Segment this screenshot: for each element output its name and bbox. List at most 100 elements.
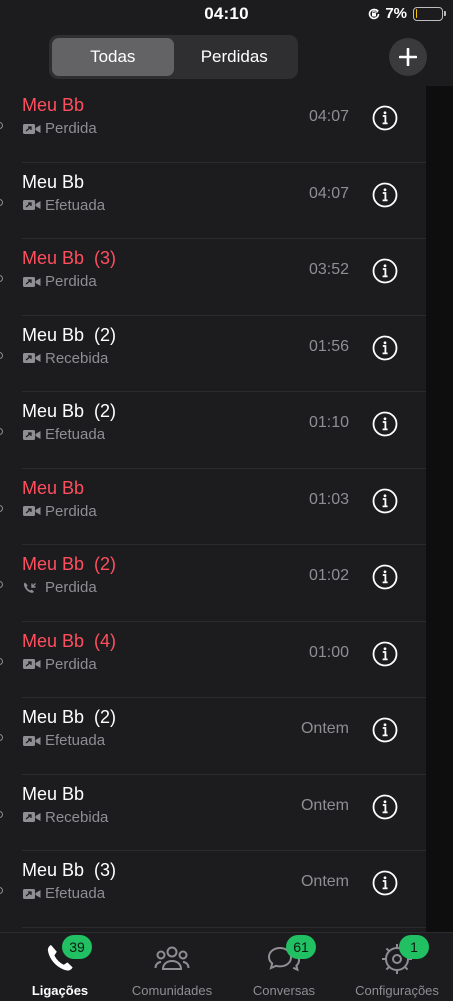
call-details: Efetuada bbox=[22, 732, 105, 749]
call-row[interactable]: Meu Bb Perdida 04:07 bbox=[0, 86, 426, 163]
info-icon[interactable] bbox=[372, 794, 398, 820]
phone-icon: 39 bbox=[42, 935, 92, 977]
call-details: Perdida bbox=[22, 120, 97, 137]
tab-ligacoes[interactable]: 39 Ligações bbox=[10, 933, 110, 1001]
phone-missed-icon bbox=[23, 582, 36, 593]
row-edge-indicator bbox=[0, 734, 3, 741]
info-icon[interactable] bbox=[372, 182, 398, 208]
video-icon bbox=[23, 888, 41, 899]
caller-name: Meu Bb bbox=[22, 477, 85, 498]
call-time: Ontem bbox=[300, 720, 349, 737]
call-row[interactable]: Meu Bb (4) Perdida 01:00 bbox=[0, 622, 426, 698]
video-icon bbox=[23, 200, 41, 210]
call-status: Perdida bbox=[45, 120, 97, 137]
caller-name: Meu Bb bbox=[22, 171, 85, 192]
orientation-lock-icon bbox=[369, 8, 380, 19]
call-time: 01:10 bbox=[308, 414, 349, 431]
call-status: Efetuada bbox=[45, 732, 106, 749]
segment-todas[interactable]: Todas bbox=[52, 38, 174, 76]
call-details: Efetuada bbox=[22, 197, 105, 214]
caller-name: Meu Bb (2) bbox=[22, 554, 117, 574]
status-right: 7% bbox=[367, 5, 446, 22]
tab-label: Comunidades bbox=[131, 983, 213, 998]
video-icon bbox=[23, 123, 41, 134]
call-row[interactable]: Meu Bb (2) Efetuada 01:10 bbox=[0, 392, 426, 469]
info-icon[interactable] bbox=[372, 335, 398, 361]
call-row[interactable]: Meu Bb (3) Perdida 03:52 bbox=[0, 239, 426, 316]
call-details: Recebida bbox=[22, 809, 108, 826]
call-time: 01:00 bbox=[308, 643, 349, 661]
call-status: Recebida bbox=[45, 808, 109, 826]
call-row[interactable]: Meu Bb (2) Efetuada Ontem bbox=[0, 698, 426, 775]
video-icon bbox=[23, 276, 41, 287]
caller-name: Meu Bb (2) bbox=[22, 324, 117, 345]
row-edge-indicator bbox=[0, 504, 3, 512]
row-edge-indicator bbox=[0, 198, 3, 206]
tab-label: Configurações bbox=[355, 983, 439, 998]
tab-bar: 39 Ligações Comunidades 61 Conversas 1 C… bbox=[0, 932, 453, 1000]
caller-name: Meu Bb (3) bbox=[22, 860, 117, 880]
battery-icon bbox=[413, 6, 446, 21]
chat-icon: 61 bbox=[266, 935, 316, 977]
call-status: Perdida bbox=[45, 273, 97, 290]
call-time: 04:07 bbox=[308, 184, 349, 202]
caller-name: Meu Bb (4) bbox=[22, 630, 117, 651]
info-icon[interactable] bbox=[372, 258, 398, 284]
row-edge-indicator bbox=[0, 581, 3, 588]
call-row[interactable]: Meu Bb Recebida Ontem bbox=[0, 775, 426, 851]
info-icon[interactable] bbox=[372, 488, 398, 514]
call-details: Perdida bbox=[22, 579, 97, 596]
new-call-button[interactable] bbox=[389, 38, 427, 76]
call-status: Perdida bbox=[45, 502, 97, 520]
call-status: Efetuada bbox=[45, 885, 106, 902]
row-edge-indicator bbox=[0, 810, 3, 818]
tab-configuracoes[interactable]: 1 Configurações bbox=[347, 933, 447, 1001]
segment-perdidas[interactable]: Perdidas bbox=[174, 38, 296, 76]
tab-label: Conversas bbox=[252, 983, 316, 998]
call-time: 03:52 bbox=[308, 261, 349, 278]
video-icon bbox=[23, 735, 41, 746]
info-icon[interactable] bbox=[372, 641, 398, 667]
caller-name: Meu Bb (2) bbox=[22, 401, 117, 421]
call-details: Efetuada bbox=[22, 885, 105, 902]
call-row[interactable]: Meu Bb Efetuada 04:07 bbox=[0, 163, 426, 239]
call-status: Recebida bbox=[45, 349, 109, 367]
call-row[interactable]: Meu Bb (2) Recebida 01:56 bbox=[0, 316, 426, 392]
call-row[interactable]: Meu Bb Perdida 01:03 bbox=[0, 469, 426, 545]
call-details: Recebida bbox=[22, 350, 108, 367]
call-time: Ontem bbox=[300, 796, 349, 814]
list-side-shade bbox=[426, 86, 453, 932]
calls-filter-segmented-control: Todas Perdidas bbox=[49, 35, 298, 79]
info-icon[interactable] bbox=[372, 717, 398, 743]
tab-badge: 1 bbox=[399, 935, 429, 959]
tab-badge: 61 bbox=[286, 935, 316, 959]
calls-header: Todas Perdidas bbox=[0, 30, 453, 86]
battery-level bbox=[415, 9, 418, 18]
call-status: Perdida bbox=[45, 579, 97, 596]
call-list: Meu Bb Perdida 04:07 Meu Bb Efetuada 04:… bbox=[0, 86, 453, 932]
info-icon[interactable] bbox=[372, 411, 398, 437]
call-status: Efetuada bbox=[45, 426, 106, 443]
call-details: Efetuada bbox=[22, 426, 105, 443]
call-time: Ontem bbox=[300, 873, 349, 890]
caller-name: Meu Bb (3) bbox=[22, 248, 117, 268]
tab-comunidades[interactable]: Comunidades bbox=[122, 933, 222, 1001]
video-icon bbox=[23, 429, 41, 440]
row-divider bbox=[22, 926, 426, 928]
row-edge-indicator bbox=[0, 428, 3, 435]
call-time: 01:02 bbox=[308, 567, 349, 584]
call-time: 01:56 bbox=[308, 337, 349, 355]
status-bar: 04:10 7% bbox=[0, 0, 453, 30]
video-icon bbox=[23, 659, 41, 669]
row-edge-indicator bbox=[0, 275, 3, 282]
communities-icon bbox=[154, 941, 190, 977]
call-row[interactable]: Meu Bb (2) Perdida 01:02 bbox=[0, 545, 426, 622]
call-row[interactable]: Meu Bb (3) Efetuada Ontem bbox=[0, 851, 426, 928]
tab-label: Ligações bbox=[31, 983, 89, 998]
call-status: Perdida bbox=[45, 655, 97, 673]
info-icon[interactable] bbox=[372, 870, 398, 896]
caller-name: Meu Bb (2) bbox=[22, 707, 117, 727]
tab-conversas[interactable]: 61 Conversas bbox=[234, 933, 334, 1001]
info-icon[interactable] bbox=[372, 105, 398, 131]
info-icon[interactable] bbox=[372, 564, 398, 590]
